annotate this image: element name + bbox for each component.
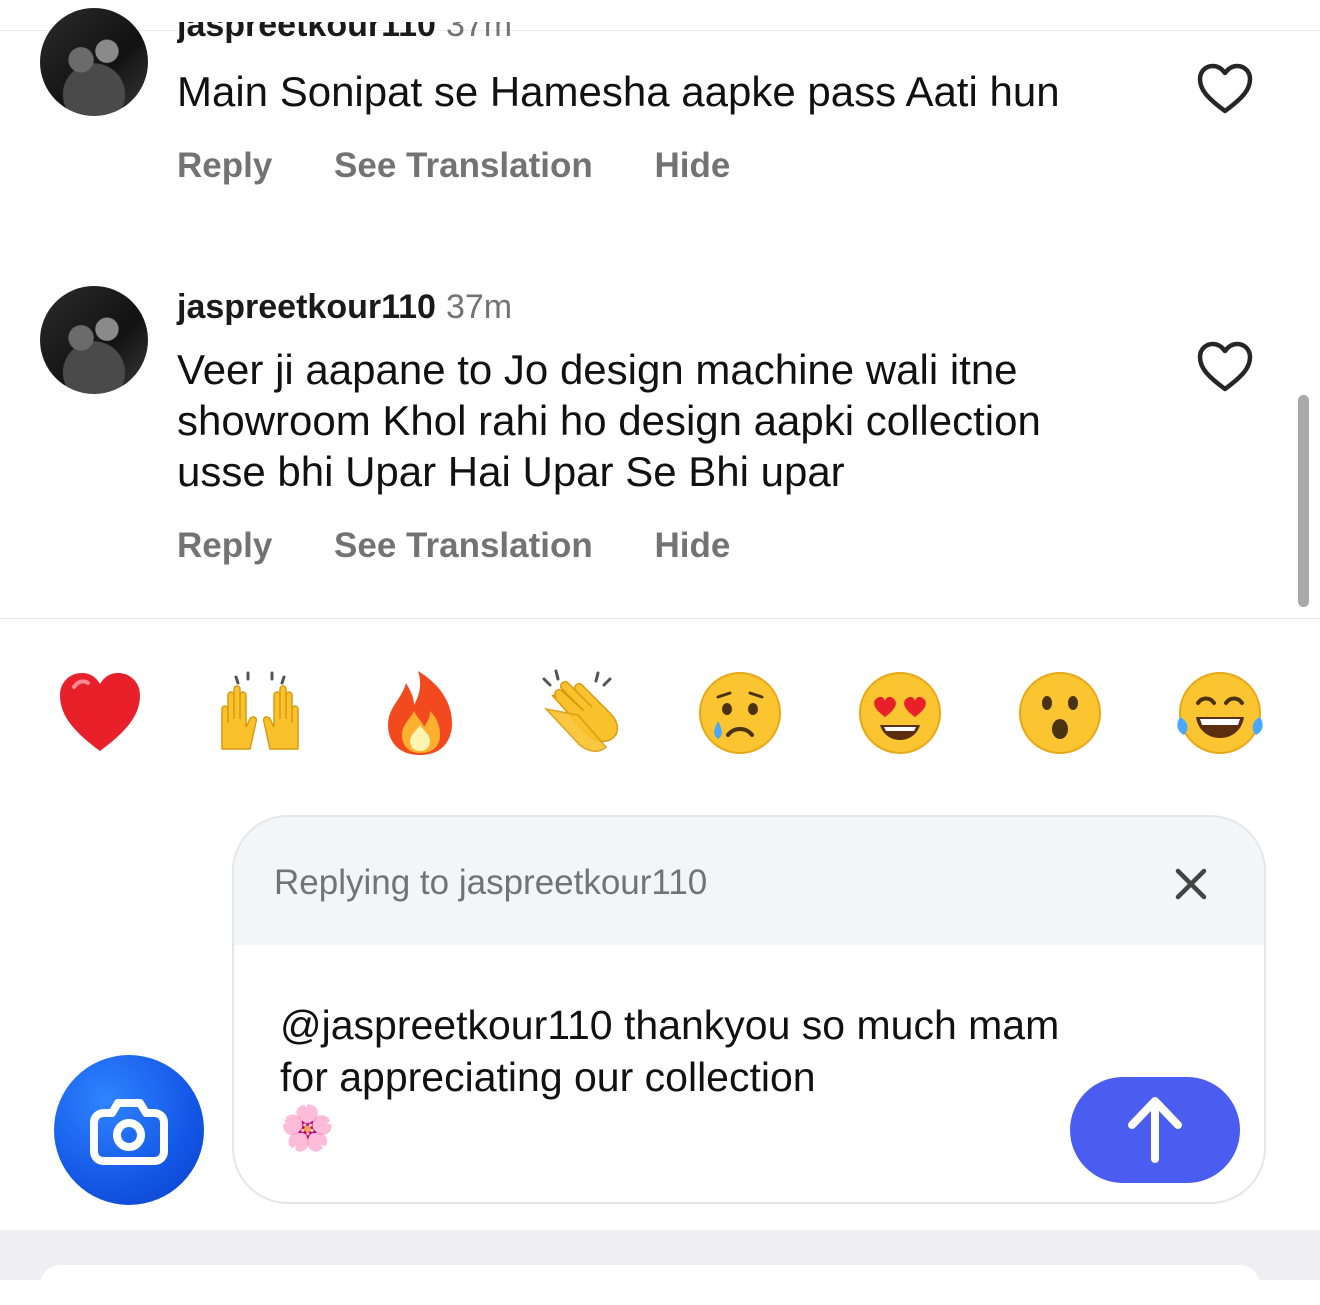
heart-eyes-emoji[interactable] xyxy=(852,665,948,761)
comment-username[interactable]: jaspreetkour110 xyxy=(177,22,436,44)
crying-face-emoji[interactable] xyxy=(692,665,788,761)
comment-input-text: @jaspreetkour110 thankyou so much mam fo… xyxy=(280,1002,1071,1100)
red-heart-emoji[interactable] xyxy=(52,665,148,761)
avatar[interactable] xyxy=(40,286,148,394)
comment-item: jaspreetkour110 37m Veer ji aapane to Jo … xyxy=(0,270,1320,600)
surprised-face-emoji[interactable] xyxy=(1012,665,1108,761)
hide-button[interactable]: Hide xyxy=(655,526,731,566)
send-button[interactable] xyxy=(1070,1077,1240,1183)
comment-time: 37m xyxy=(445,6,513,44)
comment-username[interactable]: jaspreetkour110 xyxy=(177,288,436,326)
replying-to-label: Replying to jaspreetkour110 xyxy=(274,863,708,902)
comment-actions: Reply See Translation Hide xyxy=(177,526,782,566)
bottom-input-pill xyxy=(40,1265,1260,1305)
comment-header: jaspreetkour110 37m xyxy=(177,6,513,45)
comment-time: 37m xyxy=(445,288,513,326)
camera-icon xyxy=(90,1099,168,1165)
scrollbar[interactable] xyxy=(1298,395,1309,607)
clapping-hands-emoji[interactable] xyxy=(532,665,628,761)
emoji-bar xyxy=(0,665,1320,765)
comment-header: jaspreetkour110 37m xyxy=(177,288,512,327)
close-icon[interactable] xyxy=(1172,865,1210,903)
avatar[interactable] xyxy=(40,8,148,116)
reply-button[interactable]: Reply xyxy=(177,526,272,566)
tears-of-joy-emoji[interactable] xyxy=(1172,665,1268,761)
comment-text: Main Sonipat se Hamesha aapke pass Aati … xyxy=(177,68,1060,115)
comment-input[interactable]: @jaspreetkour110 thankyou so much mam fo… xyxy=(280,999,1070,1155)
raising-hands-emoji[interactable] xyxy=(212,665,308,761)
reply-button[interactable]: Reply xyxy=(177,146,272,186)
heart-outline-icon[interactable] xyxy=(1196,62,1254,116)
comment-text: Veer ji aapane to Jo design machine wali… xyxy=(177,346,1041,495)
comment-item: jaspreetkour110 37m Main Sonipat se Hames… xyxy=(0,0,1320,200)
heart-outline-icon[interactable] xyxy=(1196,340,1254,394)
cherry-blossom-emoji: 🌸 xyxy=(280,1104,335,1153)
comment-actions: Reply See Translation Hide xyxy=(177,146,782,186)
see-translation-button[interactable]: See Translation xyxy=(334,526,593,566)
see-translation-button[interactable]: See Translation xyxy=(334,146,593,186)
comment-composer: Replying to jaspreetkour110 @jaspreetkou… xyxy=(232,815,1266,1204)
hide-button[interactable]: Hide xyxy=(655,146,731,186)
camera-button[interactable] xyxy=(54,1055,204,1205)
divider xyxy=(0,618,1320,619)
arrow-up-icon xyxy=(1128,1097,1182,1163)
replying-to-bar: Replying to jaspreetkour110 xyxy=(234,817,1264,945)
fire-emoji[interactable] xyxy=(372,665,468,761)
